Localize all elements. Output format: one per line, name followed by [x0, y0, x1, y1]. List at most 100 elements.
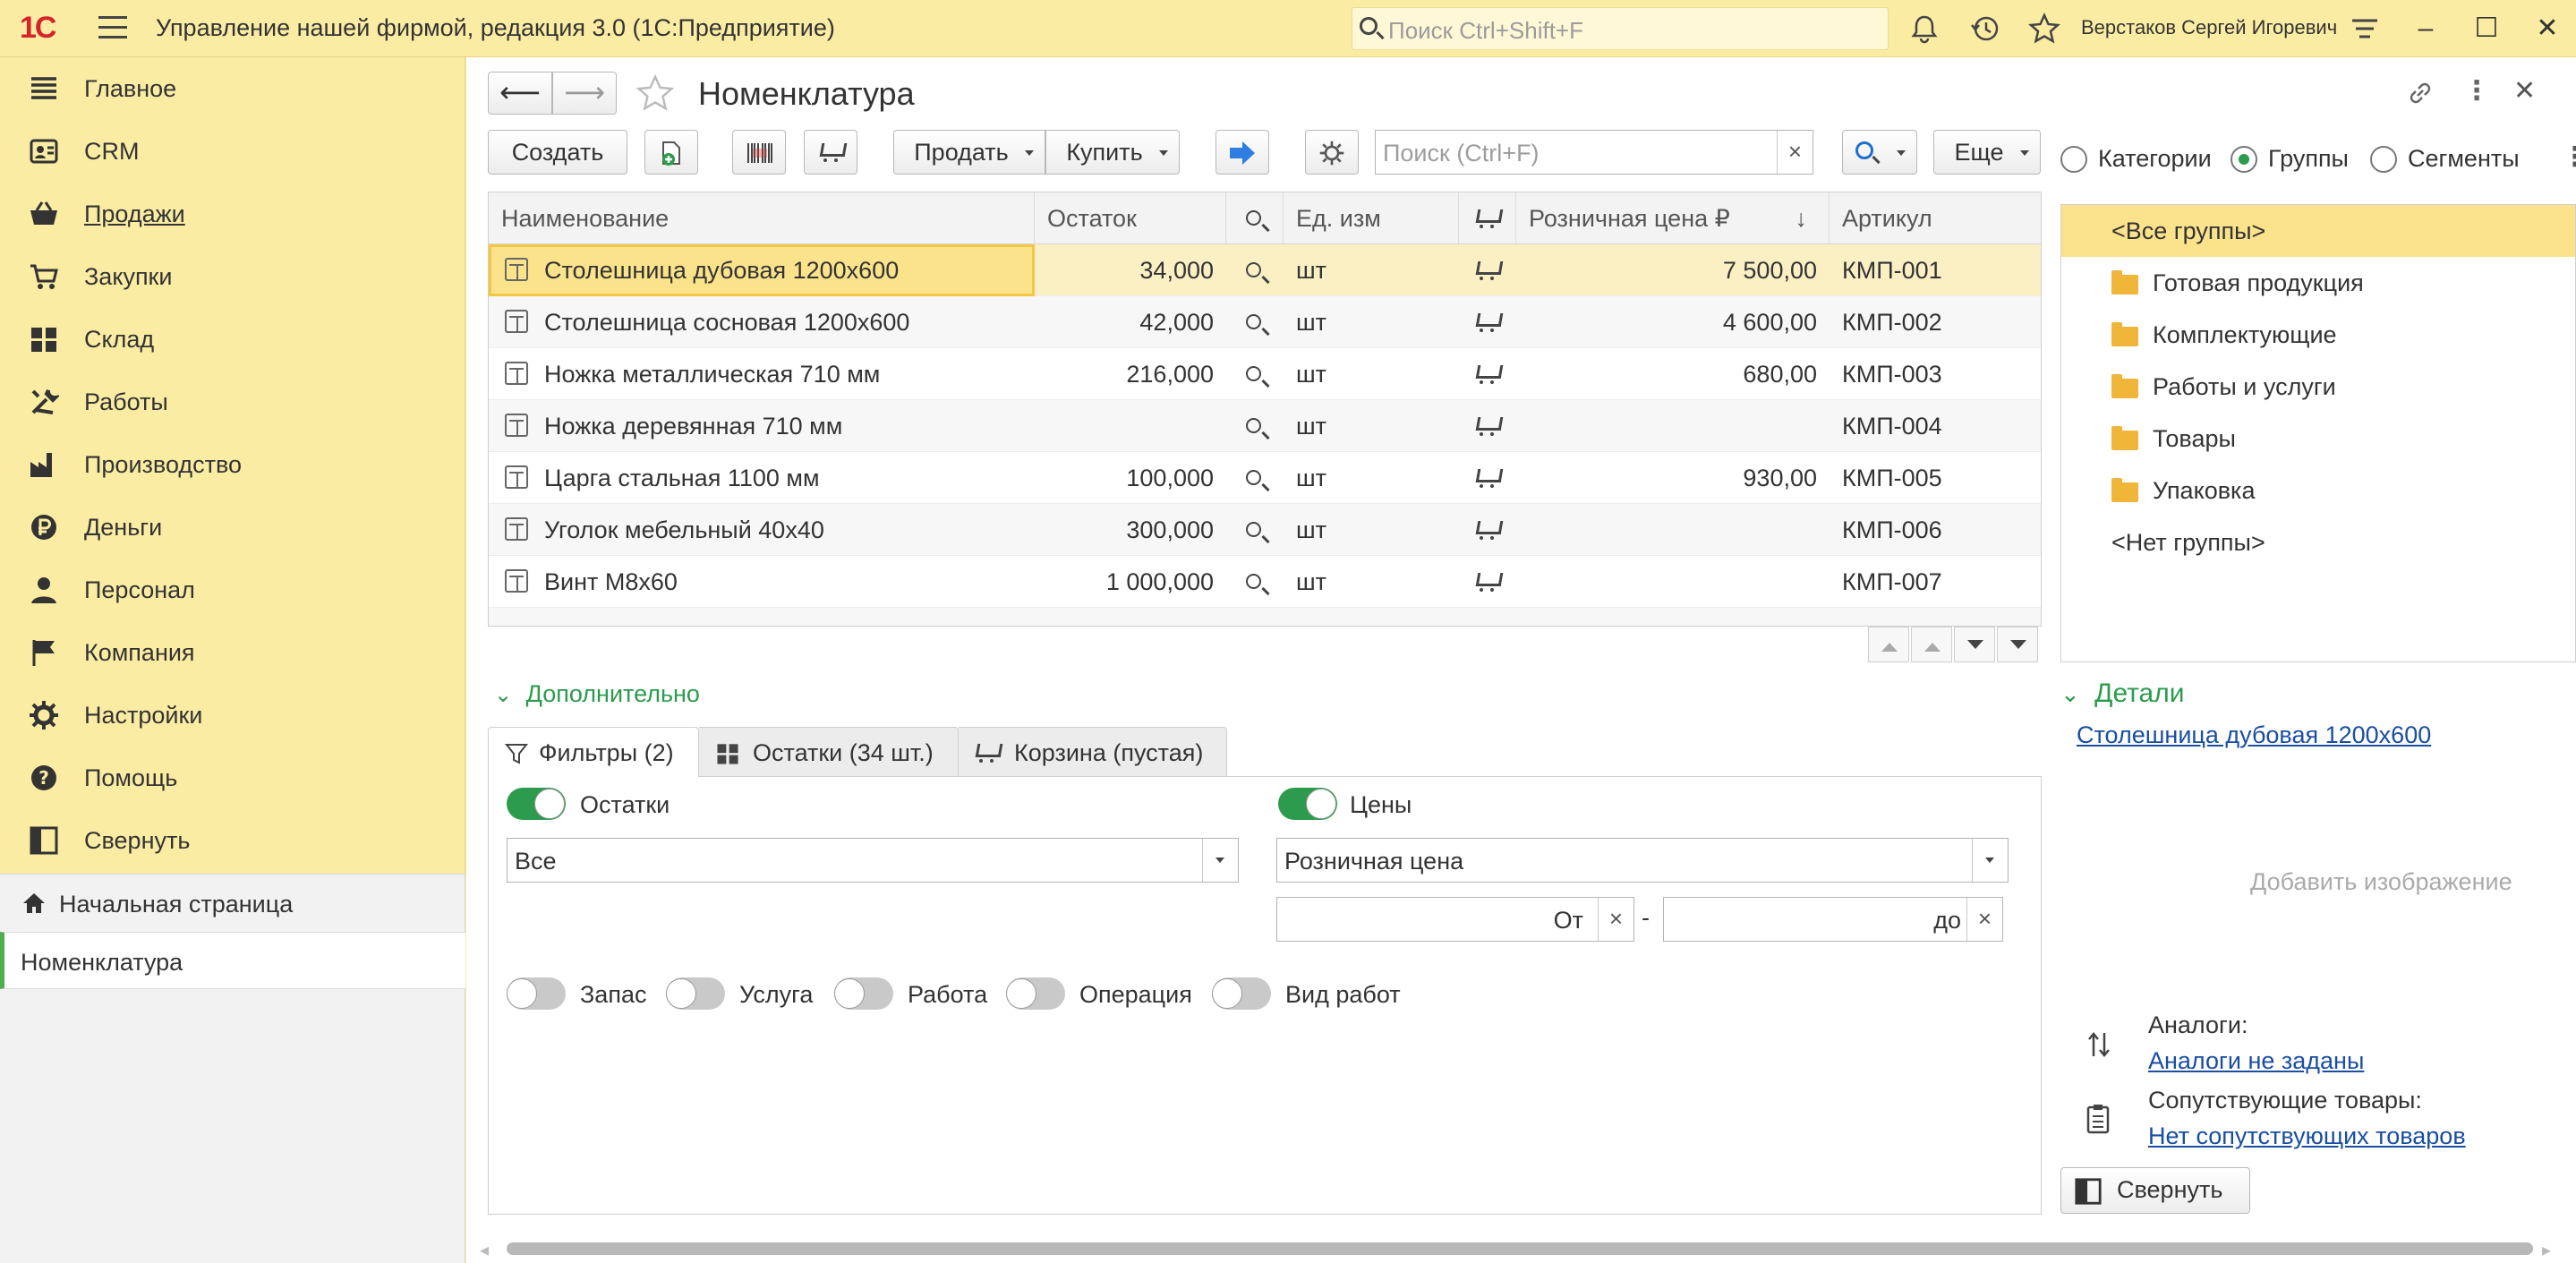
- search-options-button[interactable]: [1842, 130, 1917, 175]
- buy-dropdown-button[interactable]: Купить: [1045, 130, 1180, 175]
- section-personnel[interactable]: Персонал: [0, 559, 465, 621]
- link-icon[interactable]: [2404, 77, 2436, 109]
- col-unit[interactable]: Ед. изм: [1284, 192, 1459, 244]
- group-goods[interactable]: Товары: [2061, 413, 2575, 465]
- search-icon[interactable]: [1246, 522, 1261, 537]
- collapse-sidebar-button[interactable]: Свернуть: [0, 809, 465, 872]
- section-help[interactable]: ? Помощь: [0, 747, 465, 809]
- additional-section-toggle[interactable]: ⌄ Дополнительно: [494, 680, 700, 708]
- more-actions-button[interactable]: Еще: [1933, 130, 2041, 175]
- search-icon[interactable]: [1246, 262, 1261, 277]
- cart-icon[interactable]: [1473, 311, 1500, 333]
- cart-icon[interactable]: [1473, 467, 1500, 489]
- search-icon[interactable]: [1246, 314, 1261, 329]
- dropdown-arrow-icon[interactable]: [1972, 839, 2008, 882]
- related-link[interactable]: Нет сопутствующих товаров: [2148, 1122, 2466, 1150]
- table-row[interactable]: Уголок мебельный 40х40 300,000 шт КМП-006: [489, 504, 2041, 556]
- maximize-button[interactable]: ☐: [2469, 11, 2504, 47]
- open-window-nomenclature[interactable]: Номенклатура: [0, 932, 465, 989]
- radio-categories[interactable]: [2060, 146, 2087, 173]
- clear-price-to-button[interactable]: ×: [1966, 898, 2002, 941]
- go-arrow-button[interactable]: [1215, 130, 1269, 175]
- sell-dropdown-button[interactable]: Продать: [893, 130, 1045, 175]
- cart-toolbar-button[interactable]: [804, 130, 857, 175]
- table-row[interactable]: Винт М8х60 1 000,000 шт КМП-007: [489, 556, 2041, 608]
- group-finished-products[interactable]: Готовая продукция: [2061, 257, 2575, 309]
- section-money[interactable]: Деньги: [0, 496, 465, 559]
- dropdown-arrow-icon[interactable]: [1202, 839, 1238, 882]
- collapse-details-button[interactable]: Свернуть: [2060, 1167, 2250, 1214]
- col-cart[interactable]: [1459, 192, 1516, 244]
- search-icon[interactable]: [1246, 418, 1261, 433]
- main-menu-icon[interactable]: [98, 16, 127, 39]
- radio-groups[interactable]: [2231, 146, 2257, 173]
- table-row-partial[interactable]: [489, 608, 2041, 626]
- section-production[interactable]: Производство: [0, 433, 465, 496]
- cart-icon[interactable]: [1473, 260, 1500, 281]
- details-item-link[interactable]: Столешница дубовая 1200х600: [2077, 721, 2431, 749]
- section-purchases[interactable]: Закупки: [0, 245, 465, 308]
- close-form-button[interactable]: ✕: [2513, 75, 2536, 107]
- stock-filter-select[interactable]: Все: [507, 838, 1239, 883]
- section-main[interactable]: Главное: [0, 57, 465, 120]
- details-section-toggle[interactable]: ⌄ Детали: [2060, 678, 2185, 709]
- back-button[interactable]: ⟵: [488, 72, 552, 115]
- minimize-button[interactable]: –: [2408, 11, 2444, 47]
- stock-filter-toggle[interactable]: [507, 788, 566, 820]
- close-window-button[interactable]: ✕: [2529, 11, 2565, 47]
- create-button[interactable]: Создать: [488, 130, 627, 175]
- table-row[interactable]: Столешница дубовая 1200х600 34,000 шт 7 500…: [489, 244, 2041, 296]
- user-name[interactable]: Верстаков Сергей Игоревич: [2081, 16, 2337, 39]
- col-name[interactable]: Наименование: [489, 192, 1035, 244]
- section-sales[interactable]: Продажи: [0, 183, 465, 245]
- tab-basket[interactable]: Корзина (пустая): [959, 727, 1227, 777]
- horizontal-scrollbar-thumb[interactable]: [507, 1242, 2533, 1255]
- clear-price-from-button[interactable]: ×: [1598, 898, 1633, 941]
- cart-icon[interactable]: [1473, 415, 1500, 437]
- more-vertical-icon[interactable]: ⋮: [2562, 141, 2576, 173]
- table-row[interactable]: Столешница сосновая 1200х600 42,000 шт 4 60…: [489, 296, 2041, 348]
- group-packaging[interactable]: Упаковка: [2061, 465, 2575, 516]
- group-components[interactable]: Комплектующие: [2061, 309, 2575, 361]
- scroll-down-button[interactable]: [1954, 627, 1995, 662]
- toggle-work[interactable]: [834, 977, 893, 1010]
- price-from-input[interactable]: От ×: [1276, 897, 1634, 942]
- global-search-input[interactable]: Поиск Ctrl+Shift+F: [1352, 7, 1889, 50]
- history-icon[interactable]: [1969, 13, 2001, 45]
- tab-filters[interactable]: Фильтры (2): [488, 727, 699, 777]
- toggle-stock-item[interactable]: [507, 977, 566, 1010]
- table-row[interactable]: Ножка металлическая 710 мм 216,000 шт 680,0…: [489, 348, 2041, 400]
- section-settings[interactable]: Настройки: [0, 684, 465, 747]
- group-works-services[interactable]: Работы и услуги: [2061, 361, 2575, 413]
- clear-search-button[interactable]: ×: [1777, 131, 1813, 174]
- cart-icon[interactable]: [1473, 519, 1500, 541]
- analogs-link[interactable]: Аналоги не заданы: [2148, 1047, 2364, 1075]
- section-company[interactable]: Компания: [0, 621, 465, 684]
- horizontal-scrollbar-track[interactable]: [507, 1242, 2533, 1255]
- search-icon[interactable]: [1246, 574, 1261, 589]
- favorites-star-icon[interactable]: [2028, 13, 2060, 45]
- col-stock-search[interactable]: [1226, 192, 1284, 244]
- search-icon[interactable]: [1246, 366, 1261, 381]
- price-filter-toggle[interactable]: [1278, 788, 1337, 820]
- bell-icon[interactable]: [1908, 13, 1941, 45]
- section-works[interactable]: Работы: [0, 371, 465, 433]
- add-image-link[interactable]: Добавить изображение: [2250, 868, 2512, 896]
- toggle-work-type[interactable]: [1212, 977, 1271, 1010]
- group-none[interactable]: <Нет группы>: [2061, 516, 2575, 568]
- copy-button[interactable]: [644, 130, 698, 175]
- table-row[interactable]: Ножка деревянная 710 мм шт КМП-004: [489, 400, 2041, 452]
- cart-icon[interactable]: [1473, 363, 1500, 385]
- scroll-top-button[interactable]: [1868, 627, 1909, 662]
- cart-icon[interactable]: [1473, 571, 1500, 593]
- scroll-up-button[interactable]: [1911, 627, 1952, 662]
- col-price[interactable]: Розничная цена ₽ ↓: [1516, 192, 1830, 244]
- scroll-left-arrow[interactable]: ◂: [480, 1239, 489, 1261]
- radio-segments[interactable]: [2370, 146, 2397, 173]
- list-search-input[interactable]: Поиск (Ctrl+F) ×: [1375, 130, 1813, 175]
- form-settings-button[interactable]: [1305, 130, 1359, 175]
- forward-button[interactable]: ⟶: [552, 72, 617, 115]
- col-sku[interactable]: Артикул: [1830, 192, 2041, 244]
- toggle-service[interactable]: [666, 977, 725, 1010]
- group-all[interactable]: <Все группы>: [2061, 205, 2575, 257]
